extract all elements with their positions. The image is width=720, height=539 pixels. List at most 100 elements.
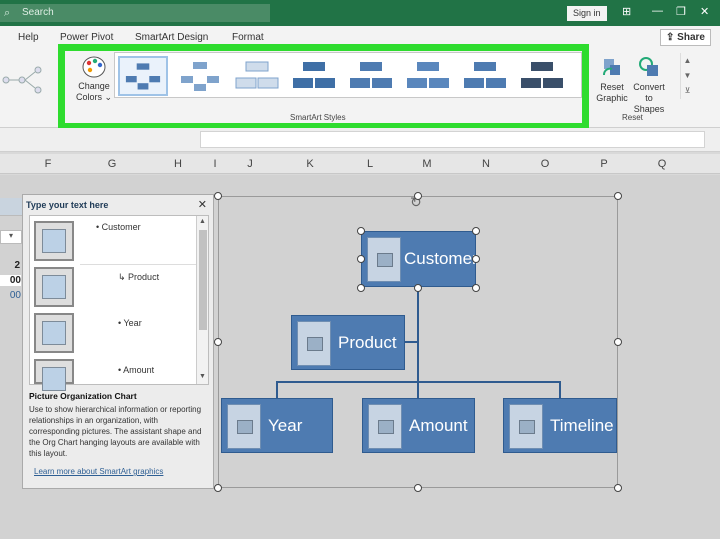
text-pane-scrollbar[interactable]: ▲ ▼ bbox=[196, 216, 208, 384]
divider bbox=[80, 264, 198, 265]
org-node-label: Product bbox=[338, 332, 397, 352]
gallery-down-icon[interactable]: ▼ bbox=[681, 68, 694, 83]
picture-placeholder-icon[interactable] bbox=[297, 321, 331, 366]
col-header[interactable]: P bbox=[594, 158, 614, 170]
share-icon: ⇪ bbox=[666, 32, 675, 43]
tab-smartart-design[interactable]: SmartArt Design bbox=[135, 32, 208, 43]
picture-placeholder-icon[interactable] bbox=[34, 267, 74, 307]
resize-handle[interactable] bbox=[214, 484, 222, 492]
title-bar: ⌕ Search Sign in ⊞ — ❐ ✕ bbox=[0, 0, 720, 26]
ribbon-display-icon[interactable]: ⊞ bbox=[622, 5, 631, 18]
reset-graphic-label-1: Reset bbox=[600, 82, 624, 92]
node-handle[interactable] bbox=[357, 227, 365, 235]
node-handle[interactable] bbox=[357, 255, 365, 263]
convert-label-2: to Shapes bbox=[633, 93, 665, 114]
gallery-more-icon[interactable]: ⊻ bbox=[681, 83, 694, 98]
picture-placeholder-icon[interactable] bbox=[34, 359, 74, 391]
picture-placeholder-icon[interactable] bbox=[367, 237, 401, 282]
org-node-label: Customer bbox=[404, 249, 478, 268]
col-header[interactable]: M bbox=[417, 158, 437, 170]
resize-handle[interactable] bbox=[214, 192, 222, 200]
picture-placeholder-icon[interactable] bbox=[34, 313, 74, 353]
org-node-product[interactable]: Product bbox=[291, 315, 405, 370]
col-header[interactable]: G bbox=[102, 158, 122, 170]
org-node-label: Amount bbox=[409, 415, 468, 435]
formula-input[interactable] bbox=[200, 131, 705, 148]
org-node-customer[interactable]: Customer bbox=[361, 231, 478, 287]
share-label: Share bbox=[677, 32, 705, 43]
col-header[interactable]: L bbox=[360, 158, 380, 170]
scroll-thumb[interactable] bbox=[199, 230, 207, 330]
cell-value: 2 bbox=[14, 260, 20, 271]
picture-placeholder-icon[interactable] bbox=[227, 404, 261, 449]
resize-handle[interactable] bbox=[614, 338, 622, 346]
layout-body: Use to show hierarchical information or … bbox=[29, 405, 202, 458]
search-box[interactable]: ⌕ Search bbox=[0, 4, 270, 22]
scroll-down-icon[interactable]: ▼ bbox=[199, 373, 206, 380]
tab-format[interactable]: Format bbox=[232, 32, 264, 43]
layout-description: Picture Organization Chart Use to show h… bbox=[29, 391, 209, 459]
connector-line bbox=[417, 288, 419, 382]
org-node-label: Timeline bbox=[550, 415, 614, 435]
col-header[interactable]: N bbox=[476, 158, 496, 170]
col-header[interactable]: H bbox=[168, 158, 188, 170]
org-node-label: Year bbox=[268, 415, 303, 435]
scroll-up-icon[interactable]: ▲ bbox=[199, 218, 206, 225]
smartart-text-pane: Type your text here ✕ • Customer ↳ Produ… bbox=[22, 194, 214, 489]
resize-handle[interactable] bbox=[214, 338, 222, 346]
node-handle[interactable] bbox=[472, 227, 480, 235]
layouts-gallery-fragment[interactable] bbox=[0, 60, 55, 100]
dropdown-cell[interactable]: ▾ bbox=[0, 230, 22, 244]
convert-label-1: Convert bbox=[633, 82, 665, 92]
list-item[interactable]: • Year bbox=[118, 318, 142, 328]
sign-in-button[interactable]: Sign in bbox=[567, 6, 607, 21]
picture-placeholder-icon[interactable] bbox=[368, 404, 402, 449]
column-headers: F G H I J K L M N O P Q bbox=[0, 154, 720, 174]
list-item[interactable]: • Amount bbox=[118, 365, 154, 375]
connector-line bbox=[405, 341, 418, 343]
node-handle[interactable] bbox=[414, 284, 422, 292]
layout-title: Picture Organization Chart bbox=[29, 391, 137, 401]
restore-icon[interactable]: ❐ bbox=[676, 5, 686, 18]
highlight-box bbox=[58, 44, 589, 130]
tab-power-pivot[interactable]: Power Pivot bbox=[60, 32, 113, 43]
cell-value: 00 bbox=[9, 290, 21, 301]
node-handle[interactable] bbox=[472, 255, 480, 263]
cell-fragment[interactable] bbox=[0, 198, 22, 216]
convert-to-shapes-button[interactable]: Convert to Shapes bbox=[629, 55, 669, 115]
text-pane-title: Type your text here bbox=[26, 200, 109, 210]
node-handle[interactable] bbox=[472, 284, 480, 292]
col-header[interactable]: Q bbox=[652, 158, 672, 170]
reset-group-label: Reset bbox=[622, 113, 643, 122]
col-header[interactable]: I bbox=[205, 158, 225, 170]
reset-graphic-button[interactable]: Reset Graphic bbox=[592, 55, 632, 104]
text-pane-list: • Customer ↳ Product • Year • Amount ▲ ▼ bbox=[29, 215, 209, 391]
convert-shapes-icon bbox=[639, 57, 658, 76]
close-icon[interactable]: ✕ bbox=[198, 198, 207, 211]
search-icon: ⌕ bbox=[4, 7, 11, 19]
picture-placeholder-icon[interactable] bbox=[509, 404, 543, 449]
minimize-icon[interactable]: — bbox=[652, 5, 663, 17]
org-node-year[interactable]: Year bbox=[221, 398, 333, 453]
resize-handle[interactable] bbox=[614, 484, 622, 492]
org-node-amount[interactable]: Amount bbox=[362, 398, 475, 453]
resize-handle[interactable] bbox=[614, 192, 622, 200]
formula-bar bbox=[0, 128, 720, 152]
org-node-timeline[interactable]: Timeline bbox=[503, 398, 617, 453]
close-icon[interactable]: ✕ bbox=[700, 5, 709, 18]
learn-more-link[interactable]: Learn more about SmartArt graphics bbox=[34, 467, 163, 476]
resize-handle[interactable] bbox=[414, 192, 422, 200]
col-header[interactable]: F bbox=[38, 158, 58, 170]
gallery-up-icon[interactable]: ▲ bbox=[681, 53, 694, 68]
resize-handle[interactable] bbox=[414, 484, 422, 492]
share-button[interactable]: ⇪ Share bbox=[660, 29, 711, 46]
list-item[interactable]: ↳ Product bbox=[118, 272, 159, 283]
picture-placeholder-icon[interactable] bbox=[34, 221, 74, 261]
col-header[interactable]: O bbox=[535, 158, 555, 170]
gallery-scrollbar: ▲ ▼ ⊻ bbox=[680, 53, 694, 99]
list-item[interactable]: • Customer bbox=[96, 222, 141, 232]
col-header[interactable]: K bbox=[300, 158, 320, 170]
col-header[interactable]: J bbox=[240, 158, 260, 170]
node-handle[interactable] bbox=[357, 284, 365, 292]
tab-help[interactable]: Help bbox=[18, 32, 39, 43]
